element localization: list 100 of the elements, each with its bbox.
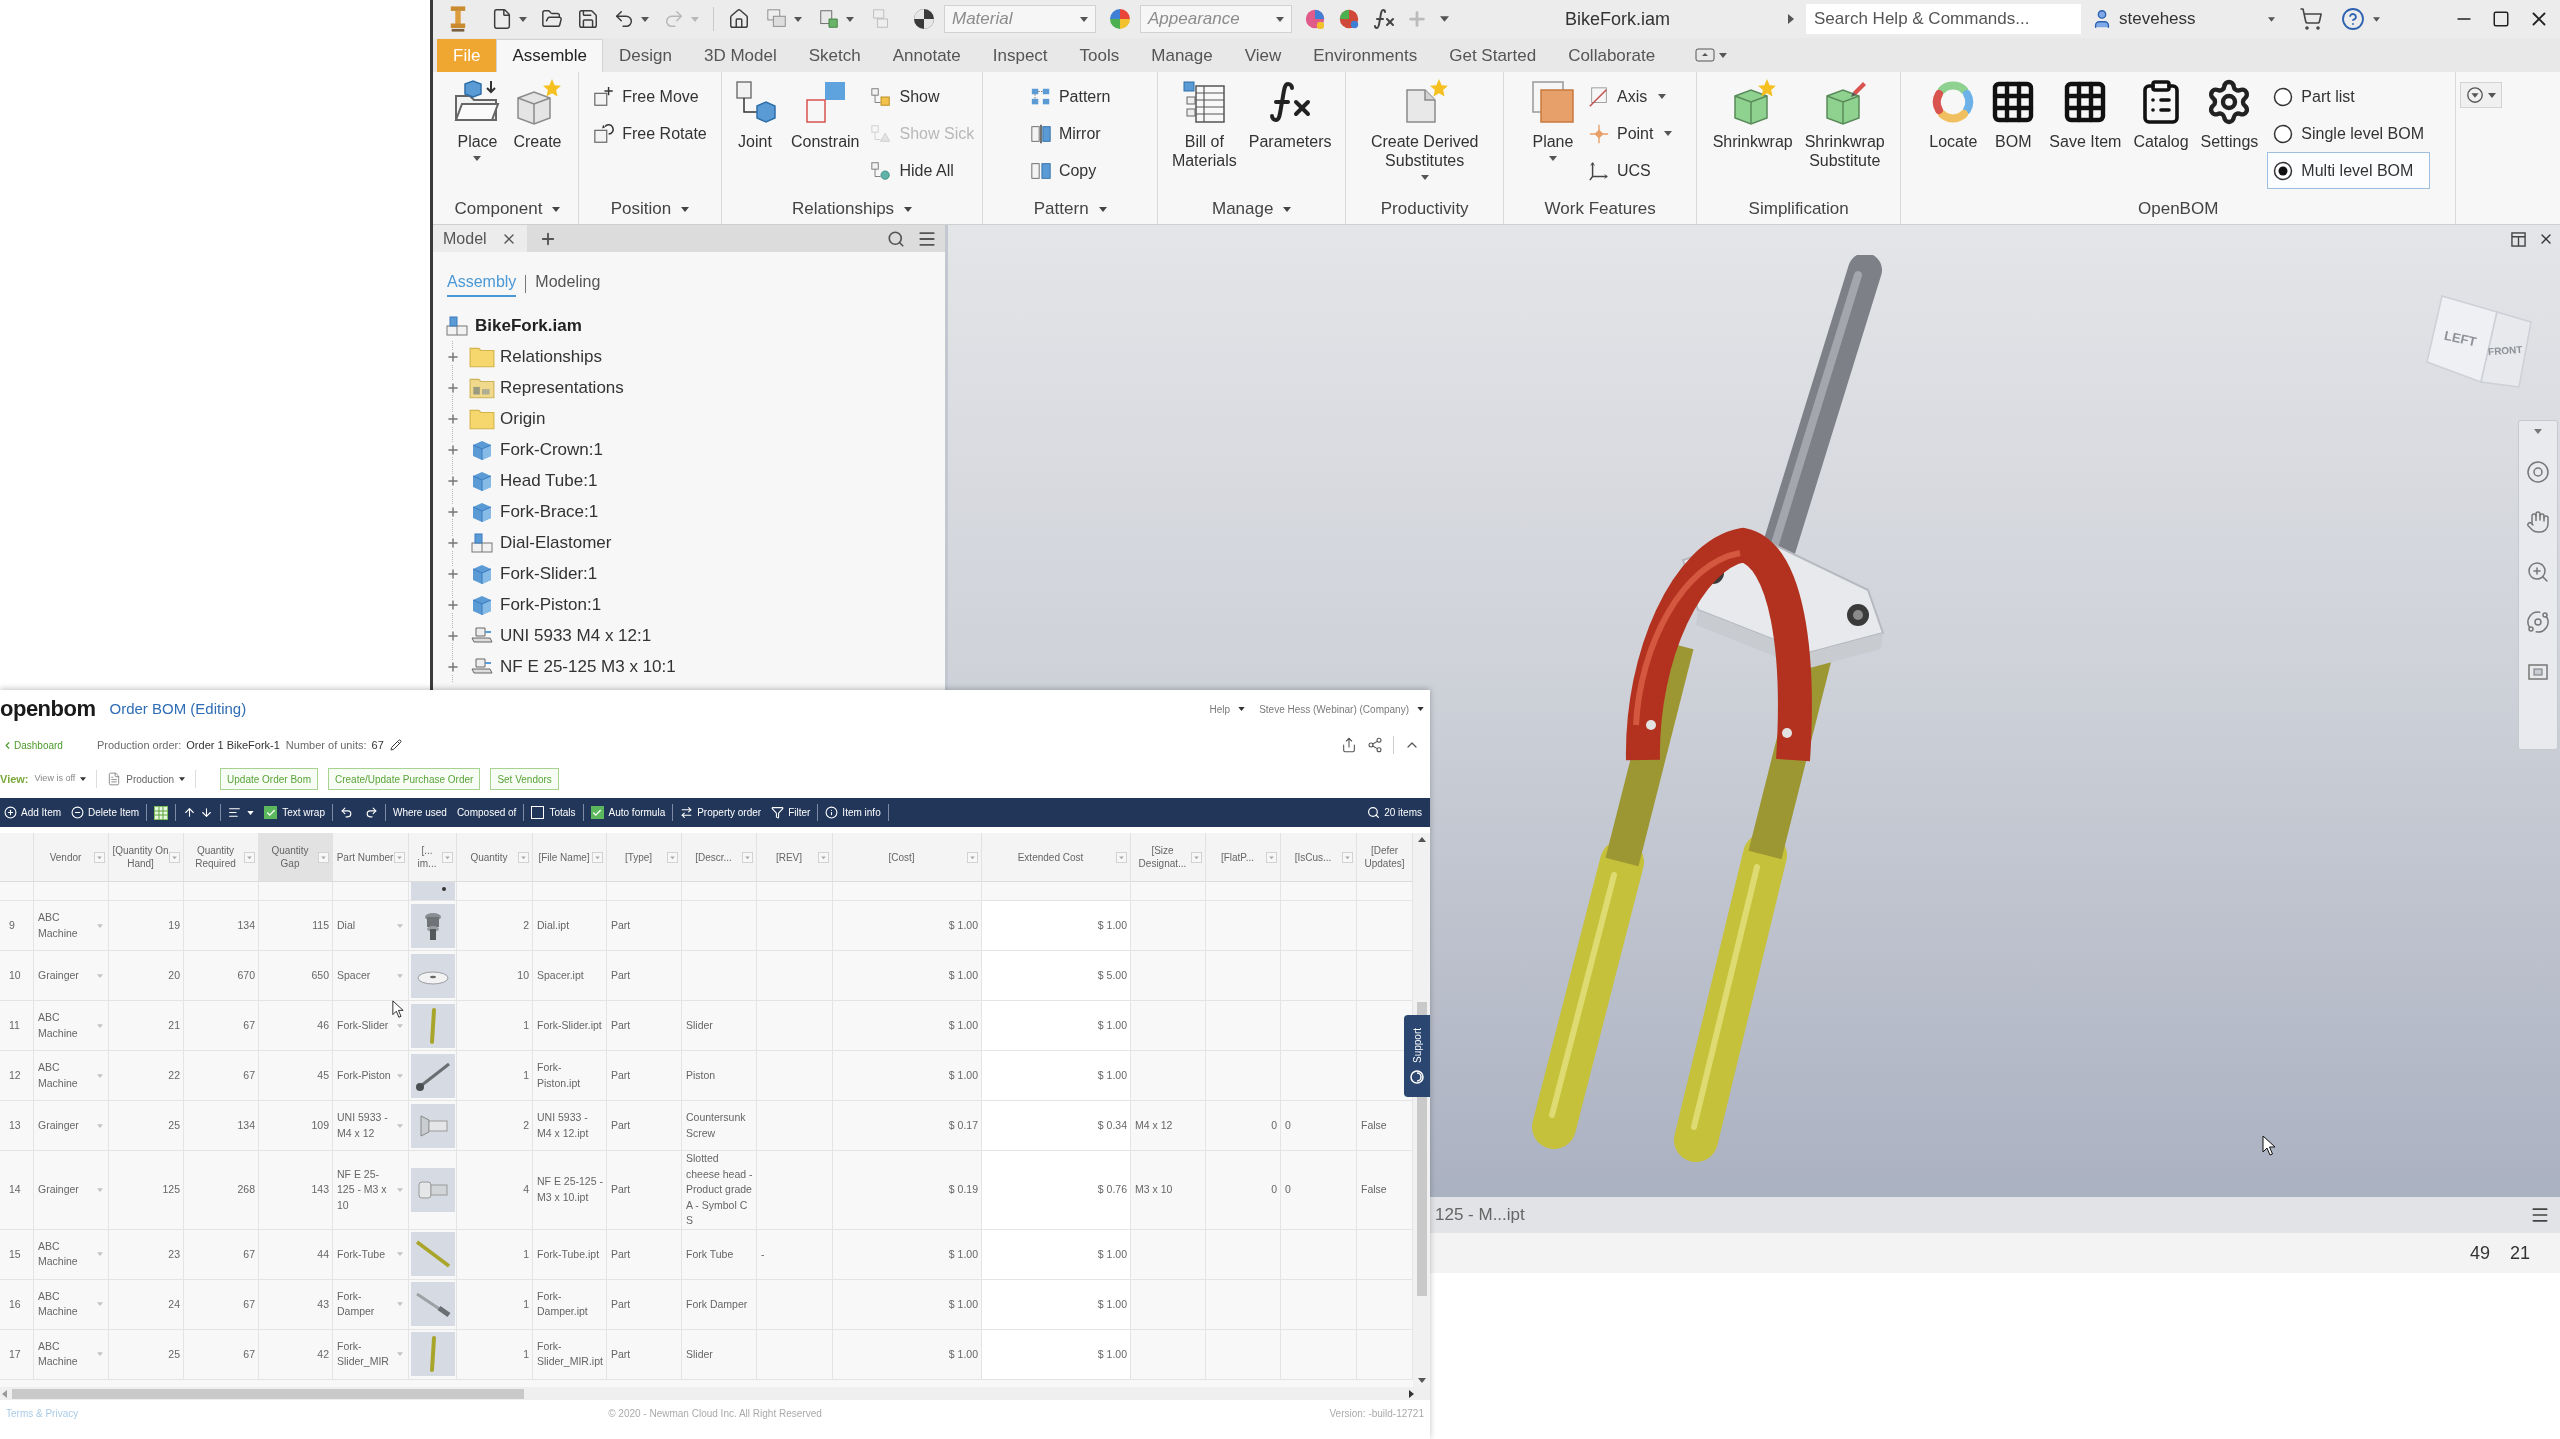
ribbon-button[interactable]: Catalog xyxy=(2130,72,2192,151)
delete-item-button[interactable]: Delete Item xyxy=(71,805,140,820)
tree-item[interactable]: NF E 25-125 M3 x 10:1 xyxy=(500,653,676,680)
scrollbar-thumb[interactable] xyxy=(12,1388,524,1399)
tree-item[interactable]: BikeFork.iam xyxy=(475,313,582,339)
edit-icon[interactable] xyxy=(389,739,402,751)
caret-icon[interactable] xyxy=(1417,1378,1426,1383)
caret-icon[interactable] xyxy=(1440,16,1449,22)
expand-arrow-icon[interactable] xyxy=(1788,14,1795,24)
document-tab[interactable]: 125 - M...ipt xyxy=(1435,1202,1525,1228)
ribbon-tab[interactable]: Design xyxy=(603,39,688,72)
panel-menu-button[interactable]: Position xyxy=(610,196,690,222)
panel-menu-button[interactable]: Component xyxy=(454,196,561,222)
checkbox-toggle[interactable]: Totals xyxy=(531,805,576,820)
ribbon-button[interactable]: Free Move xyxy=(591,78,709,115)
where-used-button[interactable]: Where used xyxy=(392,805,447,820)
tree-item[interactable]: Origin xyxy=(500,405,546,432)
panel-toggle-icon[interactable] xyxy=(1695,48,1716,62)
help-icon[interactable] xyxy=(2340,7,2365,31)
search-icon[interactable] xyxy=(887,229,905,248)
ribbon-button[interactable]: Mirror xyxy=(1027,115,1113,152)
pan-icon[interactable] xyxy=(2526,510,2550,534)
ribbon-tab[interactable]: Annotate xyxy=(876,39,977,72)
user-name[interactable]: stevehess xyxy=(2119,6,2196,32)
dropdown-cell[interactable]: Grainger xyxy=(34,1151,109,1229)
move-up-icon[interactable] xyxy=(183,806,197,819)
dropdown-cell[interactable]: NF E 25-125 - M3 x 10 xyxy=(333,1151,409,1229)
orbit-icon[interactable] xyxy=(2526,610,2550,634)
radio-option[interactable]: Single level BOM xyxy=(2267,115,2431,152)
ribbon-button[interactable]: Parameters xyxy=(1245,72,1335,151)
ribbon-button[interactable]: Pattern xyxy=(1027,78,1113,115)
caret-icon[interactable] xyxy=(2267,16,2275,22)
tree-item[interactable]: Head Tube:1 xyxy=(500,467,598,494)
ribbon-button[interactable]: Locate xyxy=(1926,72,1981,151)
dropdown-cell[interactable]: ABC Machine xyxy=(34,901,109,950)
tree-item[interactable]: Representations xyxy=(500,374,624,401)
spreadsheet-icon[interactable] xyxy=(154,805,169,820)
dropdown-cell[interactable]: Fork-Tube xyxy=(333,1229,409,1279)
column-header[interactable]: Quantity Gap xyxy=(259,833,333,881)
ribbon-tab[interactable]: Manage xyxy=(1135,39,1229,72)
tree-item[interactable]: Fork-Crown:1 xyxy=(500,436,603,463)
ribbon-button[interactable]: Save Item xyxy=(2046,72,2125,151)
caret-icon[interactable] xyxy=(846,16,854,22)
caret-icon[interactable] xyxy=(519,16,527,22)
undo-icon[interactable] xyxy=(339,806,353,819)
account-menu[interactable]: Steve Hess (Webinar) (Company) xyxy=(1259,701,1424,717)
ribbon-button[interactable]: Point xyxy=(1585,115,1675,152)
ribbon-button[interactable]: Show xyxy=(868,78,977,115)
ribbon-button[interactable]: Create Derived Substitutes xyxy=(1367,72,1482,180)
property-order-button[interactable]: Property order xyxy=(680,805,762,820)
ribbon-tab[interactable]: Get Started xyxy=(1433,39,1553,72)
dropdown-cell[interactable]: ABC Machine xyxy=(34,1279,109,1329)
checkbox-toggle[interactable]: Auto formula xyxy=(590,805,666,820)
dashboard-link[interactable]: Dashboard xyxy=(2,737,63,753)
panel-menu-button[interactable]: Pattern xyxy=(1033,196,1107,222)
dropdown-cell[interactable]: ABC Machine xyxy=(34,1001,109,1050)
dropdown-cell[interactable]: Fork-Piston xyxy=(333,1051,409,1100)
ribbon-tab[interactable]: Tools xyxy=(1063,39,1136,72)
move-down-icon[interactable] xyxy=(200,806,214,819)
caret-icon[interactable] xyxy=(641,16,649,22)
tree-item[interactable]: Fork-Slider:1 xyxy=(500,560,598,587)
redo-icon[interactable] xyxy=(364,806,378,819)
undo-icon[interactable] xyxy=(613,8,635,30)
ribbon-button[interactable]: Bill of Materials xyxy=(1168,72,1240,170)
ribbon-button[interactable]: Create xyxy=(510,72,565,151)
panel-menu-button[interactable]: Relationships xyxy=(792,196,913,222)
ribbon-button[interactable]: Place xyxy=(450,72,505,161)
ribbon-button[interactable]: Free Rotate xyxy=(591,115,709,152)
color-wheel-icon[interactable] xyxy=(1108,7,1132,31)
dropdown-cell[interactable]: ABC Machine xyxy=(34,1229,109,1279)
function-icon[interactable] xyxy=(1372,7,1396,31)
zoom-icon[interactable] xyxy=(2526,560,2550,584)
dropdown-cell[interactable]: ABC Machine xyxy=(34,1329,109,1379)
export-icon[interactable] xyxy=(1341,737,1357,753)
search-field[interactable]: Search Help & Commands... xyxy=(1806,4,2082,34)
dropdown-cell[interactable]: Fork-Damper xyxy=(333,1279,409,1329)
ribbon-tab[interactable]: Assemble xyxy=(496,39,604,72)
help-menu[interactable]: Help xyxy=(1209,701,1246,717)
item-info-button[interactable]: Item info xyxy=(825,805,881,820)
ribbon-button[interactable]: Joint xyxy=(728,72,782,151)
layout-dropdown[interactable]: Production xyxy=(107,771,186,787)
paint-sphere-icon[interactable] xyxy=(1304,8,1326,30)
save-icon[interactable] xyxy=(577,8,599,30)
radio-option[interactable]: Multi level BOM xyxy=(2267,152,2431,189)
ribbon-tab[interactable]: Sketch xyxy=(792,39,877,72)
ribbon-button[interactable]: UCS xyxy=(1585,152,1675,189)
tree-item[interactable]: Fork-Piston:1 xyxy=(500,591,602,618)
tree-item[interactable]: UNI 5933 M4 x 12:1 xyxy=(500,622,652,649)
dropdown-cell[interactable]: UNI 5933 - M4 x 12 xyxy=(333,1101,409,1150)
maximize-icon[interactable] xyxy=(2492,10,2510,28)
checkered-sphere-icon[interactable] xyxy=(912,7,936,31)
ribbon-button[interactable]: Shrinkwrap xyxy=(1709,72,1796,151)
ribbon-tab[interactable]: Environments xyxy=(1297,39,1434,72)
dropdown-cell[interactable]: ABC Machine xyxy=(34,1051,109,1100)
browser-mode-tab[interactable]: Modeling xyxy=(535,270,601,297)
ribbon-button[interactable]: Plane xyxy=(1525,72,1580,161)
dropdown-cell[interactable]: Dial xyxy=(333,901,409,950)
ribbon-tab[interactable]: View xyxy=(1228,39,1298,72)
ribbon-tab[interactable]: Inspect xyxy=(976,39,1064,72)
ribbon-button[interactable]: Constrain xyxy=(788,72,863,151)
